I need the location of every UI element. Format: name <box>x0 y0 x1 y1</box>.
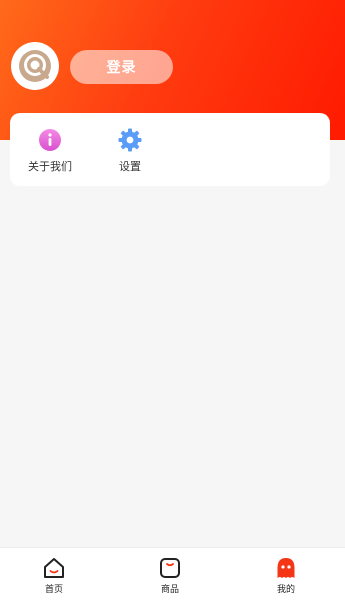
tab-label: 商品 <box>160 585 179 595</box>
menu-item-label: 设置 <box>119 160 141 173</box>
info-icon <box>37 127 63 153</box>
tab-goods[interactable]: 商品 <box>140 556 200 598</box>
tab-home[interactable]: 首页 <box>24 556 84 598</box>
tab-profile[interactable]: 我的 <box>256 556 316 598</box>
profile-icon <box>274 556 298 580</box>
avatar-logo-icon <box>19 50 51 82</box>
tab-label: 首页 <box>44 585 63 595</box>
avatar[interactable] <box>11 42 59 90</box>
menu-item-label: 关于我们 <box>28 160 72 173</box>
menu-item-settings[interactable]: 设置 <box>98 127 162 177</box>
goods-icon <box>158 556 182 580</box>
menu-card: 关于我们 设置 <box>10 113 330 186</box>
tab-label: 我的 <box>276 585 295 595</box>
login-button[interactable]: 登录 <box>70 50 173 84</box>
bottom-tab-bar: 首页 商品 我的 <box>0 547 345 600</box>
home-icon <box>42 556 66 580</box>
menu-item-about-us[interactable]: 关于我们 <box>18 127 82 177</box>
gear-icon <box>117 127 143 153</box>
